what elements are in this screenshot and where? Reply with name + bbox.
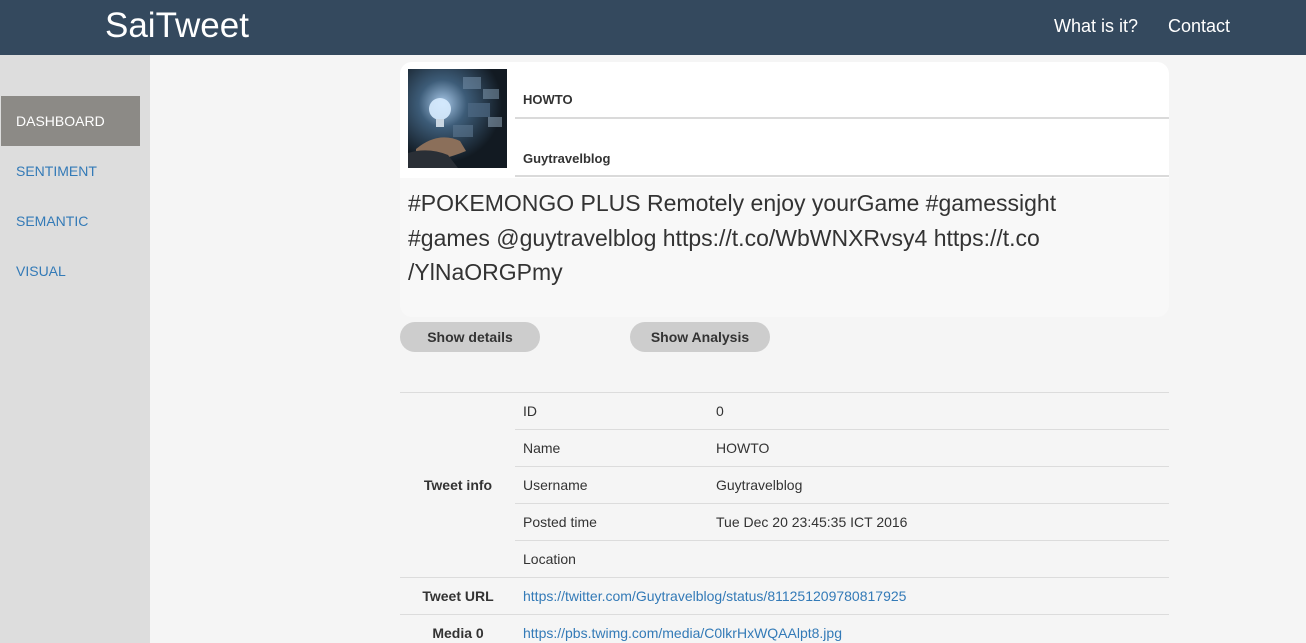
top-navbar: SaiTweet What is it? Contact: [0, 0, 1306, 55]
tweet-url-link[interactable]: https://twitter.com/Guytravelblog/status…: [523, 588, 906, 604]
info-key: Location: [523, 551, 576, 567]
show-analysis-button[interactable]: Show Analysis: [630, 322, 770, 352]
divider: [515, 429, 1169, 430]
tweet-text-line: /YlNaORGPmy: [408, 259, 563, 285]
tweet-name-row: HOWTO: [515, 62, 1169, 119]
info-value: 0: [716, 403, 724, 419]
sidebar-item-sentiment[interactable]: SENTIMENT: [0, 146, 140, 196]
info-key: Posted time: [523, 514, 597, 530]
sidebar-item-semantic[interactable]: SEMANTIC: [0, 196, 140, 246]
info-key: ID: [523, 403, 537, 419]
brand-logo-text[interactable]: SaiTweet: [105, 6, 249, 46]
tweet-text: #POKEMONGO PLUS Remotely enjoy yourGame …: [408, 186, 1108, 290]
divider: [400, 392, 1169, 393]
info-value: Tue Dec 20 23:45:35 ICT 2016: [716, 514, 908, 530]
nav-what-is-it-link[interactable]: What is it?: [1054, 16, 1138, 36]
tweet-username-row: Guytravelblog: [515, 119, 1169, 177]
info-key: Username: [523, 477, 588, 493]
lightbulb-hand-icon: [408, 69, 507, 168]
tweet-card: HOWTO Guytravelblog #POKEMONGO PLUS Remo…: [400, 62, 1169, 317]
divider: [515, 540, 1169, 541]
divider: [400, 577, 1169, 578]
tweet-author-name: HOWTO: [523, 92, 573, 107]
divider: [515, 466, 1169, 467]
sidebar-item-dashboard[interactable]: DASHBOARD: [1, 96, 140, 146]
sidebar: DASHBOARD SENTIMENT SEMANTIC VISUAL: [0, 55, 150, 643]
show-details-button[interactable]: Show details: [400, 322, 540, 352]
tweet-text-line: #POKEMONGO PLUS Remotely enjoy yourGame …: [408, 190, 1057, 216]
profile-image: [408, 69, 507, 168]
divider: [400, 614, 1169, 615]
info-value: HOWTO: [716, 440, 770, 456]
tweet-info-label: Tweet info: [423, 477, 493, 493]
info-key: Name: [523, 440, 561, 456]
tweet-author-username: Guytravelblog: [523, 151, 611, 166]
nav-contact-link[interactable]: Contact: [1168, 16, 1230, 36]
media-label: Media 0: [432, 625, 484, 641]
divider: [515, 503, 1169, 504]
media-url-link[interactable]: https://pbs.twimg.com/media/C0lkrHxWQAAl…: [523, 625, 842, 641]
info-value: Guytravelblog: [716, 477, 803, 493]
tweet-card-header: HOWTO Guytravelblog: [400, 62, 1169, 178]
sidebar-item-visual[interactable]: VISUAL: [0, 246, 140, 296]
tweet-url-label: Tweet URL: [422, 588, 494, 604]
tweet-text-line: #games @guytravelblog https://t.co/WbWNX…: [408, 224, 1040, 251]
